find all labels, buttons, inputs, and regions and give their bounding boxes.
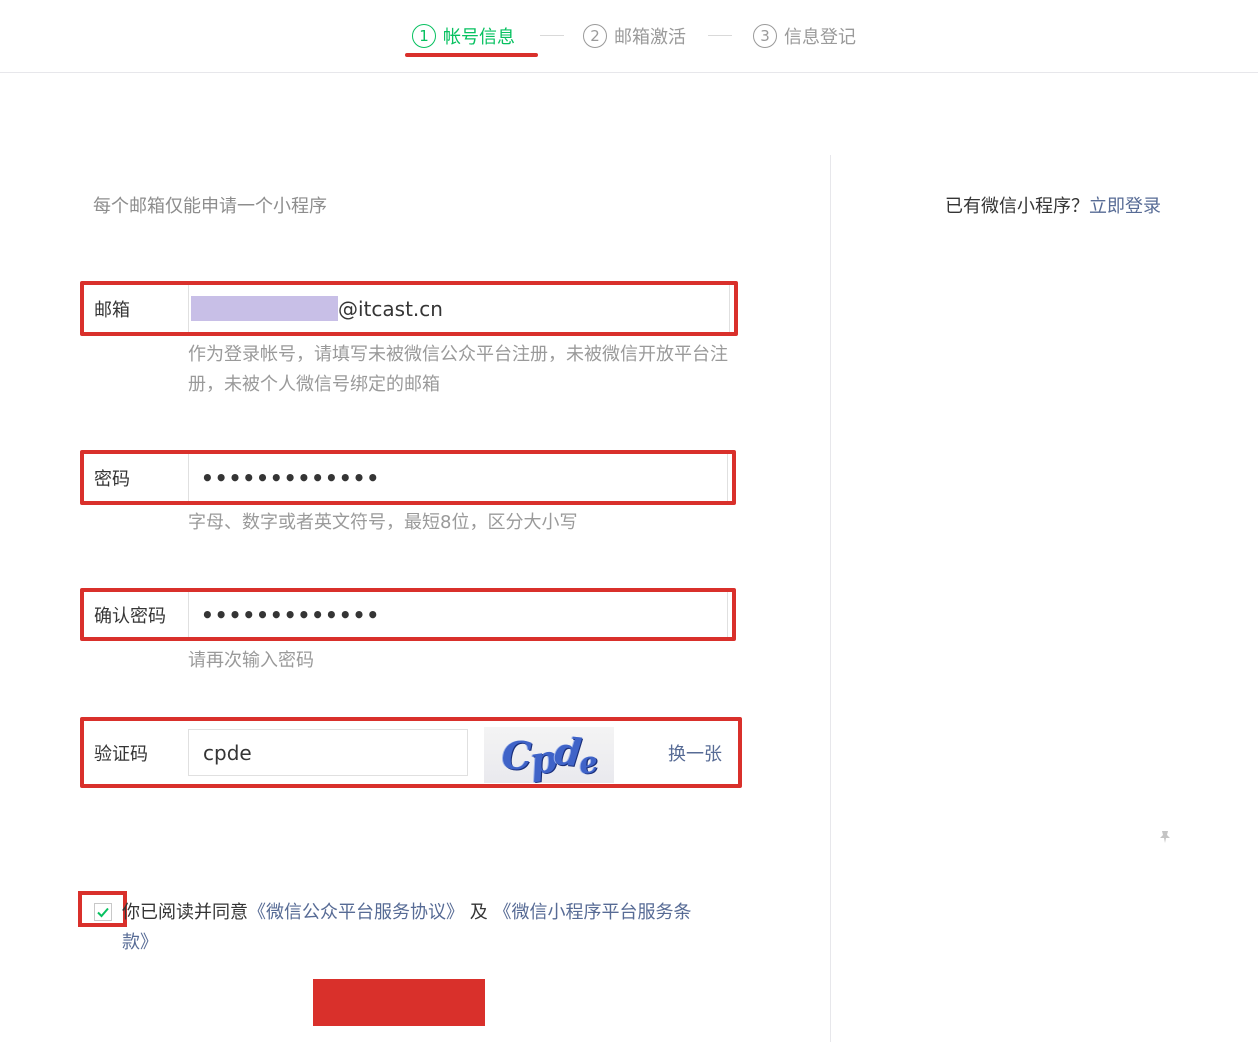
email-domain: @itcast.cn xyxy=(338,296,443,321)
email-limit-tip: 每个邮箱仅能申请一个小程序 xyxy=(93,196,327,217)
confirm-password-hint: 请再次输入密码 xyxy=(188,650,314,671)
password-field-row: 密码 ••••••••••••• xyxy=(80,450,736,505)
step-bar: 1 帐号信息 2 邮箱激活 3 信息登记 xyxy=(0,0,1258,73)
agreement-text: 你已阅读并同意《微信公众平台服务协议》 及 《微信小程序平台服务条款》 xyxy=(122,898,702,958)
email-hint: 作为登录帐号，请填写未被微信公众平台注册，未被微信开放平台注册，未被个人微信号绑… xyxy=(188,344,728,395)
password-hint: 字母、数字或者英文符号，最短8位，区分大小写 xyxy=(188,512,578,533)
step-label-2: 邮箱激活 xyxy=(614,27,686,48)
agreement-and: 及 xyxy=(469,902,488,923)
step-number-3: 3 xyxy=(753,24,777,48)
login-link[interactable]: 立即登录 xyxy=(1089,196,1161,217)
confirm-password-label: 确认密码 xyxy=(94,605,166,627)
step-number-2: 2 xyxy=(583,24,607,48)
confirm-password-input[interactable]: ••••••••••••• xyxy=(188,592,728,637)
step-info-registration: 3 信息登记 xyxy=(753,20,856,52)
email-input[interactable]: @itcast.cn xyxy=(188,285,730,332)
redacted-email-user xyxy=(191,296,338,321)
check-icon xyxy=(97,907,109,918)
step-number-1: 1 xyxy=(412,24,436,48)
captcha-label: 验证码 xyxy=(94,743,148,765)
confirm-password-value: ••••••••••••• xyxy=(201,602,381,627)
agreement-prefix: 你已阅读并同意 xyxy=(122,902,248,923)
register-button[interactable] xyxy=(313,979,485,1026)
password-value: ••••••••••••• xyxy=(201,465,381,490)
captcha-field-row: 验证码 cpde Cpde 换一张 xyxy=(80,717,742,788)
pin-icon xyxy=(1160,831,1170,843)
service-agreement-link[interactable]: 《微信公众平台服务协议》 xyxy=(248,902,464,923)
login-question: 已有微信小程序？ xyxy=(945,196,1089,217)
login-prompt: 已有微信小程序？立即登录 xyxy=(945,192,1161,218)
step-divider xyxy=(540,35,564,36)
captcha-input[interactable]: cpde xyxy=(188,729,468,776)
captcha-image[interactable]: Cpde xyxy=(484,727,614,783)
refresh-captcha-link[interactable]: 换一张 xyxy=(668,721,722,784)
confirm-password-field-row: 确认密码 ••••••••••••• xyxy=(80,588,736,641)
active-step-underline xyxy=(405,53,538,57)
column-divider xyxy=(830,155,831,1042)
step-label-3: 信息登记 xyxy=(784,27,856,48)
step-account-info: 1 帐号信息 xyxy=(412,20,515,52)
step-label-1: 帐号信息 xyxy=(443,27,515,48)
captcha-glyph: e xyxy=(576,744,600,782)
password-label: 密码 xyxy=(94,468,130,490)
page: 1 帐号信息 2 邮箱激活 3 信息登记 每个邮箱仅能申请一个小程序 已有微信小… xyxy=(0,0,1258,1042)
step-divider xyxy=(708,35,732,36)
email-field-row: 邮箱 @itcast.cn xyxy=(80,281,738,336)
agreement-checkbox[interactable] xyxy=(94,903,112,921)
step-email-activation: 2 邮箱激活 xyxy=(583,20,686,52)
password-input[interactable]: ••••••••••••• xyxy=(188,454,728,501)
captcha-glyph: C xyxy=(501,732,532,778)
captcha-glyph: p xyxy=(526,735,558,783)
email-label: 邮箱 xyxy=(94,299,130,321)
